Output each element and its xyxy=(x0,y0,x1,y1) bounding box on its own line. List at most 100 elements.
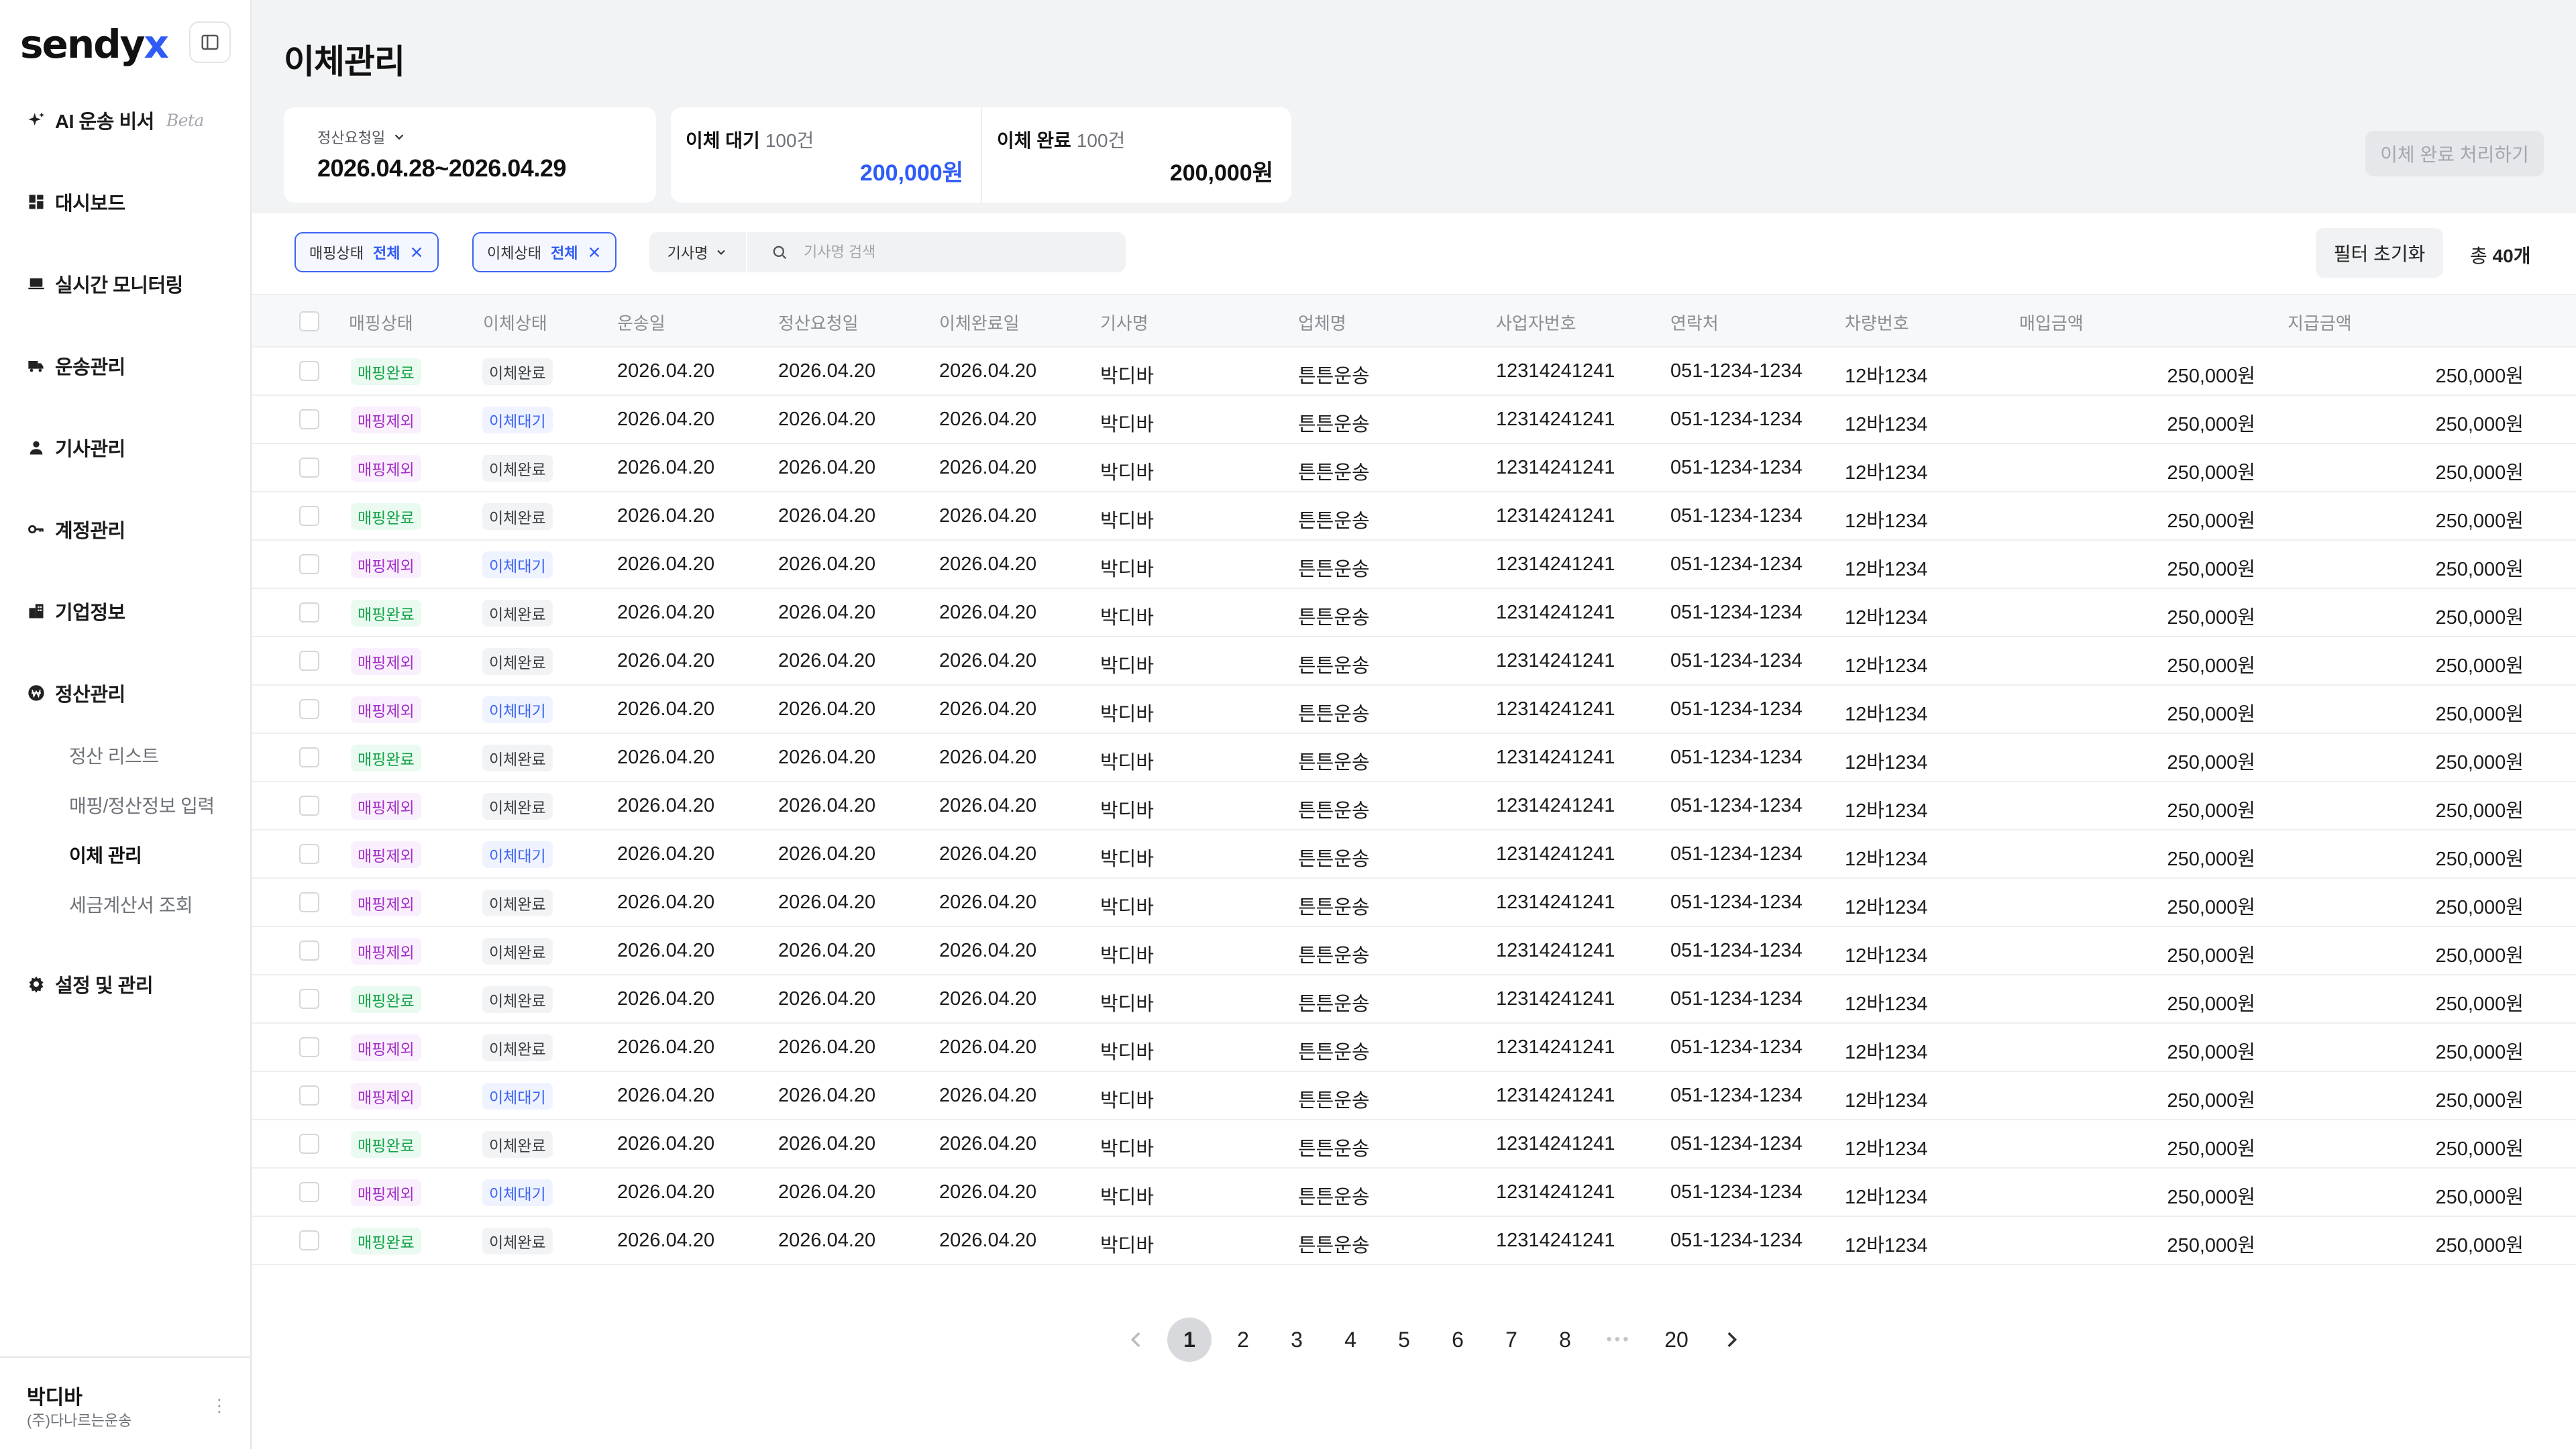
page-button[interactable]: 4 xyxy=(1328,1318,1373,1362)
select-all-checkbox[interactable] xyxy=(299,311,319,331)
sidebar-subitem-settlement-list[interactable]: 정산 리스트 xyxy=(69,742,159,769)
transfer-date: 2026.04.20 xyxy=(939,650,1037,672)
reset-filter-button[interactable]: 필터 초기화 xyxy=(2316,228,2443,278)
date-filter-label[interactable]: 정산요청일 xyxy=(317,126,407,148)
user-profile[interactable]: 박디바 (주)다나르는운송 ⋮ xyxy=(0,1356,250,1449)
sidebar-item-settings[interactable]: 설정 및 관리 xyxy=(27,967,154,1001)
row-checkbox[interactable] xyxy=(299,361,319,381)
table-row[interactable]: 매핑제외 이체완료 2026.04.20 2026.04.20 2026.04.20 박디… xyxy=(252,927,2576,975)
table-row[interactable]: 매핑완료 이체완료 2026.04.20 2026.04.20 2026.04.20 박디… xyxy=(252,347,2576,396)
row-checkbox[interactable] xyxy=(299,844,319,864)
table-row[interactable]: 매핑제외 이체대기 2026.04.20 2026.04.20 2026.04.20 박디… xyxy=(252,396,2576,444)
sidebar-subitem-transfer[interactable]: 이체 관리 xyxy=(69,841,142,868)
table-row[interactable]: 매핑완료 이체완료 2026.04.20 2026.04.20 2026.04.20 박디… xyxy=(252,1120,2576,1169)
phone: 051-1234-1234 xyxy=(1670,1230,1803,1251)
sidebar-item-dashboard[interactable]: 대시보드 xyxy=(27,185,125,219)
search-input[interactable] xyxy=(804,244,1099,261)
table-row[interactable]: 매핑제외 이체완료 2026.04.20 2026.04.20 2026.04.20 박디… xyxy=(252,1024,2576,1072)
row-checkbox[interactable] xyxy=(299,458,319,478)
next-page-button[interactable] xyxy=(1709,1318,1754,1362)
sidebar-toggle-icon xyxy=(201,34,219,50)
row-checkbox[interactable] xyxy=(299,602,319,623)
mapping-status-filter-chip[interactable]: 매핑상태 전체 xyxy=(294,232,439,272)
driver-name: 박디바 xyxy=(1100,752,1155,773)
page-button[interactable]: 5 xyxy=(1382,1318,1426,1362)
row-checkbox[interactable] xyxy=(299,1134,319,1154)
sidebar-collapse-button[interactable] xyxy=(189,21,231,63)
transfer-status-filter-chip[interactable]: 이체상태 전체 xyxy=(472,232,617,272)
search-field-select[interactable]: 기사명 xyxy=(649,232,747,272)
row-checkbox[interactable] xyxy=(299,1037,319,1057)
table-row[interactable]: 매핑제외 이체대기 2026.04.20 2026.04.20 2026.04.20 박디… xyxy=(252,830,2576,879)
logo[interactable]: sendyx xyxy=(20,21,169,67)
table-row[interactable]: 매핑제외 이체대기 2026.04.20 2026.04.20 2026.04.20 박디… xyxy=(252,1169,2576,1217)
row-checkbox[interactable] xyxy=(299,554,319,574)
page-button[interactable]: 3 xyxy=(1275,1318,1319,1362)
sidebar-item-accounts[interactable]: 계정관리 xyxy=(27,513,125,546)
date-range-card[interactable]: 정산요청일 2026.04.28~2026.04.29 xyxy=(284,107,656,203)
transfer-date: 2026.04.20 xyxy=(939,1181,1037,1203)
transport-date: 2026.04.20 xyxy=(617,698,715,720)
more-vertical-icon[interactable]: ⋮ xyxy=(211,1395,228,1416)
complete-transfer-button[interactable]: 이체 완료 처리하기 xyxy=(2365,131,2544,176)
row-checkbox[interactable] xyxy=(299,892,319,912)
table-row[interactable]: 매핑제외 이체대기 2026.04.20 2026.04.20 2026.04.20 박디… xyxy=(252,1072,2576,1120)
table-row[interactable]: 매핑제외 이체완료 2026.04.20 2026.04.20 2026.04.20 박디… xyxy=(252,444,2576,492)
table-row[interactable]: 매핑제외 이체완료 2026.04.20 2026.04.20 2026.04.20 박디… xyxy=(252,782,2576,830)
row-checkbox[interactable] xyxy=(299,1230,319,1250)
table-row[interactable]: 매핑완료 이체완료 2026.04.20 2026.04.20 2026.04.20 박디… xyxy=(252,734,2576,782)
row-checkbox[interactable] xyxy=(299,1085,319,1106)
transport-date: 2026.04.20 xyxy=(617,795,715,816)
driver-name: 박디바 xyxy=(1100,704,1155,725)
table-row[interactable]: 매핑완료 이체완료 2026.04.20 2026.04.20 2026.04.20 박디… xyxy=(252,975,2576,1024)
purchase-amount: 250,000원 xyxy=(2167,559,2255,580)
chevron-right-icon xyxy=(1727,1332,1737,1348)
table-row[interactable]: 매핑제외 이체완료 2026.04.20 2026.04.20 2026.04.20 박디… xyxy=(252,879,2576,927)
company-name: 튼튼운송 xyxy=(1298,607,1370,629)
mapping-status-badge: 매핑제외 xyxy=(351,938,421,965)
row-checkbox[interactable] xyxy=(299,989,319,1009)
table-row[interactable]: 매핑제외 이체완료 2026.04.20 2026.04.20 2026.04.20 박디… xyxy=(252,637,2576,686)
row-checkbox[interactable] xyxy=(299,747,319,767)
row-checkbox[interactable] xyxy=(299,796,319,816)
business-number: 12314241241 xyxy=(1496,698,1615,720)
page-button[interactable]: 6 xyxy=(1436,1318,1480,1362)
sidebar-item-transport[interactable]: 운송관리 xyxy=(27,349,125,382)
close-icon[interactable] xyxy=(409,245,424,260)
sidebar-item-company[interactable]: 기업정보 xyxy=(27,594,125,628)
column-header: 정산요청일 xyxy=(778,313,859,333)
page-button[interactable]: 1 xyxy=(1167,1318,1212,1362)
company-name: 튼튼운송 xyxy=(1298,800,1370,822)
table-row[interactable]: 매핑제외 이체대기 2026.04.20 2026.04.20 2026.04.20 박디… xyxy=(252,541,2576,589)
sidebar-item-drivers[interactable]: 기사관리 xyxy=(27,431,125,464)
table-row[interactable]: 매핑완료 이체완료 2026.04.20 2026.04.20 2026.04.20 박디… xyxy=(252,1217,2576,1265)
row-checkbox[interactable] xyxy=(299,651,319,671)
sidebar-subitem-mapping-input[interactable]: 매핑/정산정보 입력 xyxy=(69,792,215,818)
sidebar-subitem-tax-invoice[interactable]: 세금계산서 조회 xyxy=(69,891,193,918)
request-date: 2026.04.20 xyxy=(778,940,876,961)
page-button[interactable]: 2 xyxy=(1221,1318,1265,1362)
table-row[interactable]: 매핑완료 이체완료 2026.04.20 2026.04.20 2026.04.20 박디… xyxy=(252,492,2576,541)
row-checkbox[interactable] xyxy=(299,699,319,719)
table-row[interactable]: 매핑제외 이체대기 2026.04.20 2026.04.20 2026.04.20 박디… xyxy=(252,686,2576,734)
page-button[interactable]: 7 xyxy=(1489,1318,1534,1362)
request-date: 2026.04.20 xyxy=(778,892,876,913)
sidebar-item-settlement[interactable]: 정산관리 xyxy=(27,676,125,710)
sidebar-item-ai-assistant[interactable]: AI 운송 비서 Beta xyxy=(27,103,204,137)
prev-page-button[interactable] xyxy=(1114,1318,1159,1362)
page-button[interactable]: 8 xyxy=(1543,1318,1587,1362)
page-button[interactable]: 20 xyxy=(1654,1318,1699,1362)
transfer-status-badge: 이체대기 xyxy=(482,1179,553,1206)
table-row[interactable]: 매핑완료 이체완료 2026.04.20 2026.04.20 2026.04.20 박디… xyxy=(252,589,2576,637)
transfer-status-badge: 이체완료 xyxy=(482,938,553,965)
driver-name: 박디바 xyxy=(1100,511,1155,532)
row-checkbox[interactable] xyxy=(299,409,319,429)
close-icon[interactable] xyxy=(587,245,602,260)
row-checkbox[interactable] xyxy=(299,506,319,526)
row-checkbox[interactable] xyxy=(299,941,319,961)
purchase-amount: 250,000원 xyxy=(2167,945,2255,967)
row-checkbox[interactable] xyxy=(299,1182,319,1202)
sidebar-item-realtime-monitoring[interactable]: 실시간 모니터링 xyxy=(27,267,183,301)
transport-date: 2026.04.20 xyxy=(617,505,715,527)
phone: 051-1234-1234 xyxy=(1670,360,1803,382)
